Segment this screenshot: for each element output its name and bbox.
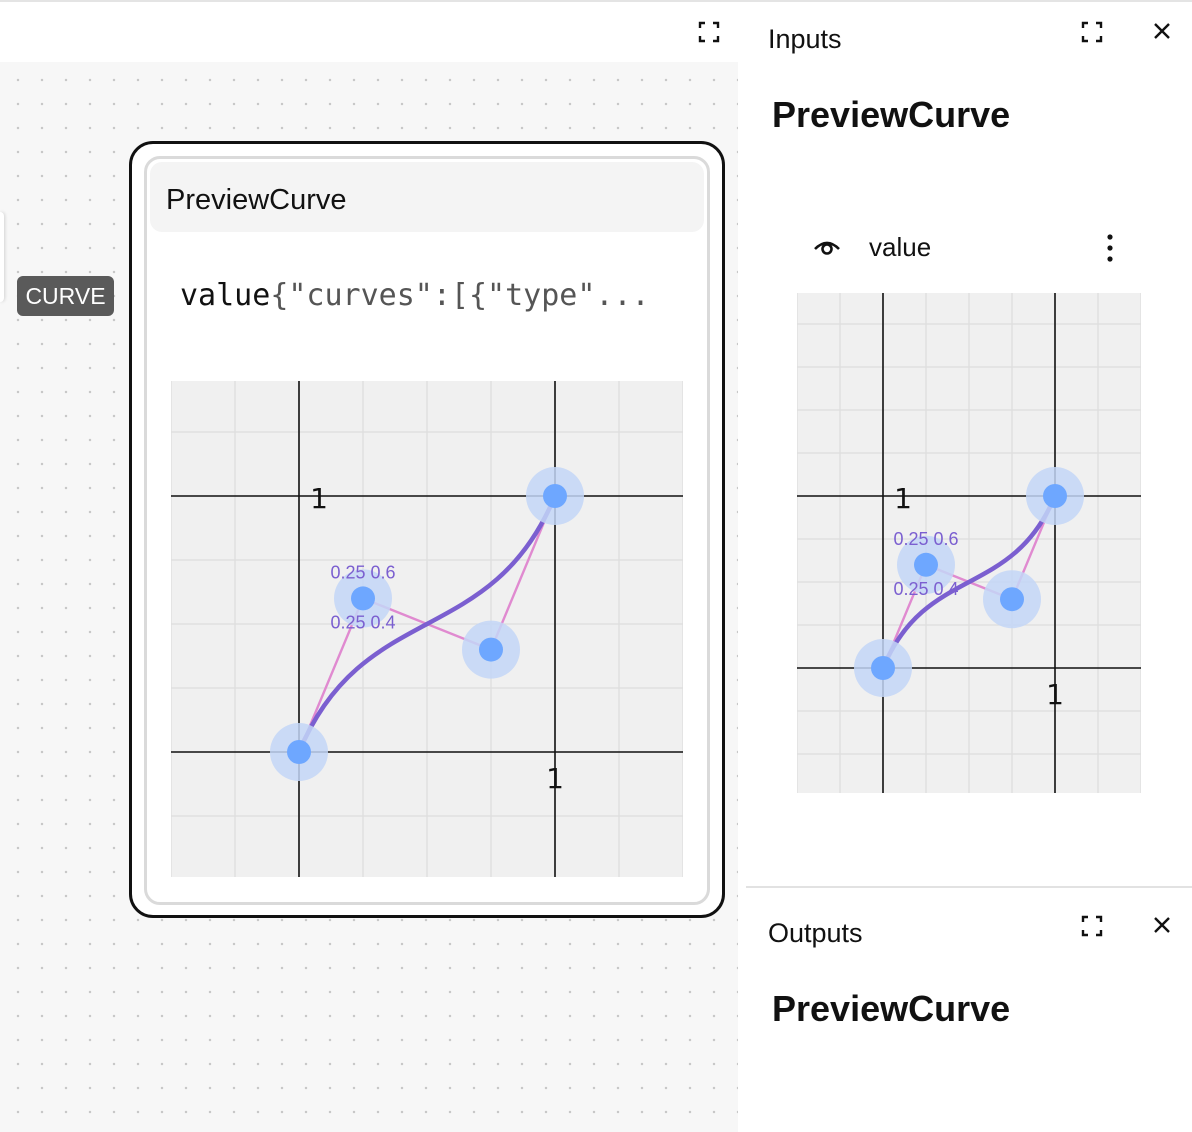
input-type-badge: CURVE — [17, 276, 114, 316]
anchor-point[interactable] — [287, 740, 311, 764]
control-point-label: 0.25 0.6 — [330, 562, 395, 582]
port-value: {"curves":[{"type"... — [270, 278, 650, 313]
anchor-point[interactable] — [1043, 484, 1067, 508]
port-name: value — [180, 278, 271, 313]
y-tick-label: 1 — [894, 482, 912, 515]
inputs-panel-label: Inputs — [768, 24, 842, 54]
control-point-label: 0.25 0.6 — [893, 529, 958, 549]
canvas-toolbar — [0, 2, 738, 62]
canvas-expand-icon[interactable] — [698, 21, 720, 43]
inputs-field-label: value — [869, 232, 932, 262]
inputs-expand-icon[interactable] — [1081, 21, 1103, 43]
control-point-label: 0.25 0.4 — [893, 579, 958, 599]
x-tick-label: 1 — [1046, 678, 1064, 711]
inputs-panel-title: PreviewCurve — [772, 94, 1011, 135]
outputs-panel-label: Outputs — [768, 918, 863, 948]
node-title: PreviewCurve — [166, 184, 347, 216]
control-point[interactable] — [479, 637, 503, 662]
control-point-label: 0.25 0.4 — [330, 612, 395, 632]
control-point[interactable] — [351, 586, 375, 611]
outputs-panel-title: PreviewCurve — [772, 988, 1011, 1029]
inspector-curve-editor[interactable]: 1 1 0.25 0.6 0.25 0.4 — [797, 293, 1141, 793]
node-port-row: value{"curves":[{"type"... — [180, 278, 650, 313]
panel-divider — [746, 886, 1192, 888]
control-point[interactable] — [914, 552, 938, 577]
inputs-close-icon[interactable] — [1152, 21, 1172, 41]
more-vertical-icon[interactable] — [1100, 232, 1120, 264]
outputs-close-icon[interactable] — [1152, 915, 1172, 935]
y-tick-label: 1 — [310, 482, 328, 515]
collapsed-sidebar-edge[interactable] — [0, 212, 4, 302]
anchor-point[interactable] — [871, 656, 895, 680]
control-point[interactable] — [1000, 587, 1024, 612]
node-header[interactable]: PreviewCurve — [150, 162, 704, 232]
outputs-expand-icon[interactable] — [1081, 915, 1103, 937]
anchor-point[interactable] — [543, 484, 567, 508]
node-curve-preview[interactable]: 1 1 0.25 0.6 0.25 0.4 — [171, 381, 683, 877]
eye-icon[interactable] — [812, 236, 842, 258]
x-tick-label: 1 — [546, 762, 564, 795]
